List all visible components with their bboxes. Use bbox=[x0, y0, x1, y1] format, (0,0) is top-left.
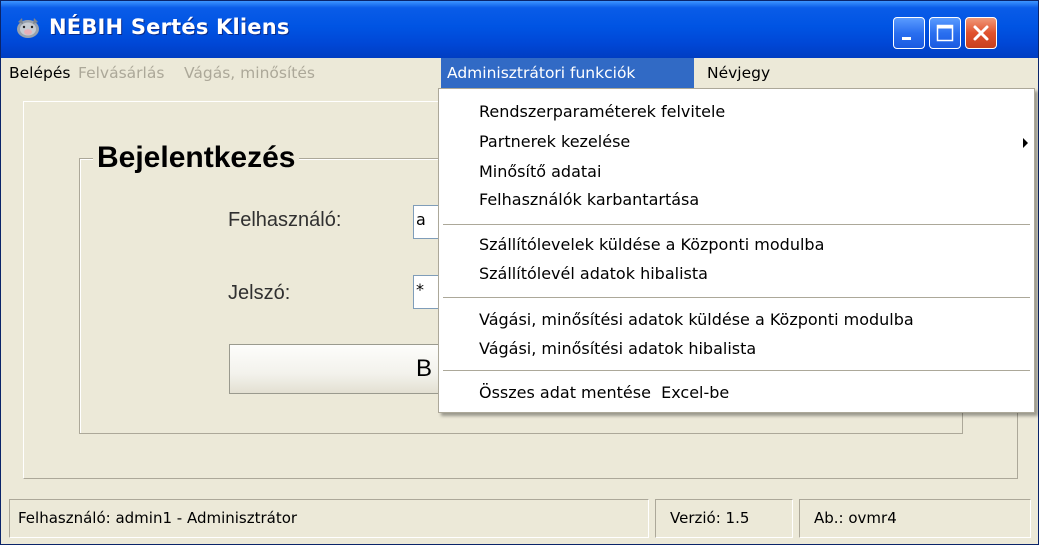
menu-item-vagasi-hibalista[interactable]: Vágási, minősítési adatok hibalista bbox=[479, 339, 756, 358]
menu-separator bbox=[443, 370, 1030, 371]
menu-vagas-minosites[interactable]: Vágás, minősítés bbox=[178, 58, 321, 88]
status-bar: Felhasználó: admin1 - Adminisztrátor Ver… bbox=[1, 491, 1038, 544]
menu-bar: Belépés Felvásárlás Vágás, minősítés Adm… bbox=[1, 58, 1038, 88]
menu-item-vagasi-adatok-kuldese[interactable]: Vágási, minősítési adatok küldése a Közp… bbox=[479, 310, 914, 329]
menu-item-partnerek[interactable]: Partnerek kezelése bbox=[479, 132, 630, 151]
minimize-button[interactable] bbox=[893, 17, 925, 49]
status-database: Ab.: ovmr4 bbox=[799, 499, 1031, 538]
close-icon bbox=[973, 25, 989, 41]
admin-dropdown-menu: Rendszerparaméterek felvitele Partnerek … bbox=[438, 88, 1035, 413]
menu-separator bbox=[443, 297, 1030, 298]
menu-item-szallitolevelek-kuldese[interactable]: Szállítólevelek küldése a Központi modul… bbox=[479, 235, 824, 254]
password-label: Jelszó: bbox=[228, 282, 291, 304]
login-group-title: Bejelentkezés bbox=[93, 141, 300, 175]
menu-nevjegy[interactable]: Névjegy bbox=[701, 58, 776, 88]
menu-item-rendszerparameterek[interactable]: Rendszerparaméterek felvitele bbox=[479, 102, 725, 121]
menu-item-excel-mentes[interactable]: Összes adat mentése Excel-be bbox=[479, 383, 729, 402]
login-button-label: B bbox=[416, 355, 433, 382]
menu-felvasarlas[interactable]: Felvásárlás bbox=[72, 58, 170, 88]
menu-item-felhasznalok[interactable]: Felhasználók karbantartása bbox=[479, 190, 699, 209]
menu-item-minosito-adatai[interactable]: Minősítő adatai bbox=[479, 162, 601, 181]
app-window: NÉBIH Sertés Kliens Belépés Felvásárlás … bbox=[0, 0, 1039, 545]
username-input[interactable]: a bbox=[413, 205, 439, 239]
username-label: Felhasználó: bbox=[228, 209, 342, 231]
maximize-icon bbox=[936, 24, 954, 42]
window-title: NÉBIH Sertés Kliens bbox=[49, 15, 290, 39]
title-bar[interactable]: NÉBIH Sertés Kliens bbox=[1, 1, 1038, 58]
close-button[interactable] bbox=[965, 17, 997, 49]
password-input[interactable]: * bbox=[413, 275, 439, 309]
status-version: Verzió: 1.5 bbox=[655, 499, 793, 538]
submenu-arrow-icon bbox=[1023, 138, 1028, 148]
menu-belepes[interactable]: Belépés bbox=[3, 58, 76, 88]
status-user: Felhasználó: admin1 - Adminisztrátor bbox=[9, 499, 649, 538]
menu-adminisztratori-funkciok[interactable]: Adminisztrátori funkciók bbox=[441, 58, 694, 88]
maximize-button[interactable] bbox=[929, 17, 961, 49]
minimize-icon bbox=[902, 37, 911, 40]
pig-icon bbox=[17, 18, 39, 38]
menu-item-szallitolevel-hibalista[interactable]: Szállítólevél adatok hibalista bbox=[479, 264, 708, 283]
menu-separator bbox=[443, 224, 1030, 225]
